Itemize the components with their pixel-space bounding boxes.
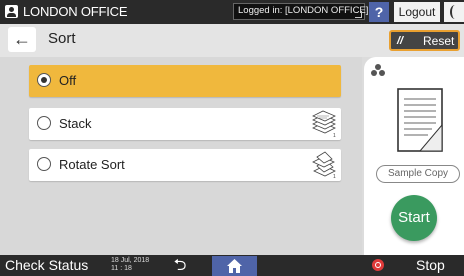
energy-saver-button[interactable] xyxy=(444,2,464,22)
svg-text:1: 1 xyxy=(333,133,336,138)
option-label: Stack xyxy=(59,116,92,131)
right-panel: Sample Copy Start xyxy=(364,57,464,255)
svg-text:1: 1 xyxy=(333,174,336,179)
option-stack[interactable]: Stack 1 xyxy=(29,108,341,140)
stop-button[interactable]: Stop xyxy=(364,255,464,276)
option-rotate-sort[interactable]: Rotate Sort 1 xyxy=(29,149,341,181)
page-title: Sort xyxy=(48,30,76,47)
office-name: LONDON OFFICE xyxy=(23,4,128,19)
date-time: 18 Jul, 2018 11 : 18 xyxy=(111,257,149,273)
top-status-bar: LONDON OFFICE Logged in: [LONDON OFFICE]… xyxy=(0,0,464,24)
document-preview-icon xyxy=(397,88,443,152)
reset-label: Reset xyxy=(423,34,455,48)
logout-button[interactable]: Logout xyxy=(394,2,440,22)
user-icon xyxy=(5,5,18,18)
expand-corner-icon xyxy=(355,11,362,18)
radio-unselected-icon xyxy=(37,116,51,130)
home-button[interactable] xyxy=(212,256,257,276)
title-bar: ← Sort // Reset xyxy=(0,24,464,57)
rotate-sort-paper-icon: 1 xyxy=(312,151,336,179)
radio-unselected-icon xyxy=(37,157,51,171)
date-text: 18 Jul, 2018 xyxy=(111,257,150,264)
moon-icon xyxy=(450,5,460,19)
stop-icon xyxy=(372,259,384,271)
sample-copy-button[interactable]: Sample Copy xyxy=(376,165,460,183)
login-status-text: Logged in: [LONDON OFFICE] xyxy=(238,5,369,16)
radio-selected-icon xyxy=(37,73,51,87)
home-icon xyxy=(227,259,242,273)
stop-label: Stop xyxy=(416,257,445,273)
start-button[interactable]: Start xyxy=(391,195,437,241)
option-off[interactable]: Off xyxy=(29,65,341,97)
sort-options-area: Off Stack 1 Rotate Sort 1 xyxy=(0,57,362,255)
login-status-field[interactable]: Logged in: [LONDON OFFICE] xyxy=(233,3,369,20)
option-label: Off xyxy=(59,73,77,88)
help-button[interactable]: ? xyxy=(369,2,389,22)
stack-paper-icon: 1 xyxy=(312,110,336,138)
previous-screen-button[interactable]: ⮌ xyxy=(168,256,192,275)
bottom-bar: Check Status 18 Jul, 2018 11 : 18 ⮌ Stop xyxy=(0,255,464,276)
back-button[interactable]: ← xyxy=(8,27,36,52)
return-arrow-icon: ⮌ xyxy=(173,257,187,274)
reset-icon: // xyxy=(397,35,404,47)
time-text: 11 : 18 xyxy=(111,265,132,272)
option-label: Rotate Sort xyxy=(59,157,125,172)
check-status-button[interactable]: Check Status xyxy=(5,257,105,273)
reset-button[interactable]: // Reset xyxy=(389,30,460,51)
color-mode-icon xyxy=(371,64,385,76)
